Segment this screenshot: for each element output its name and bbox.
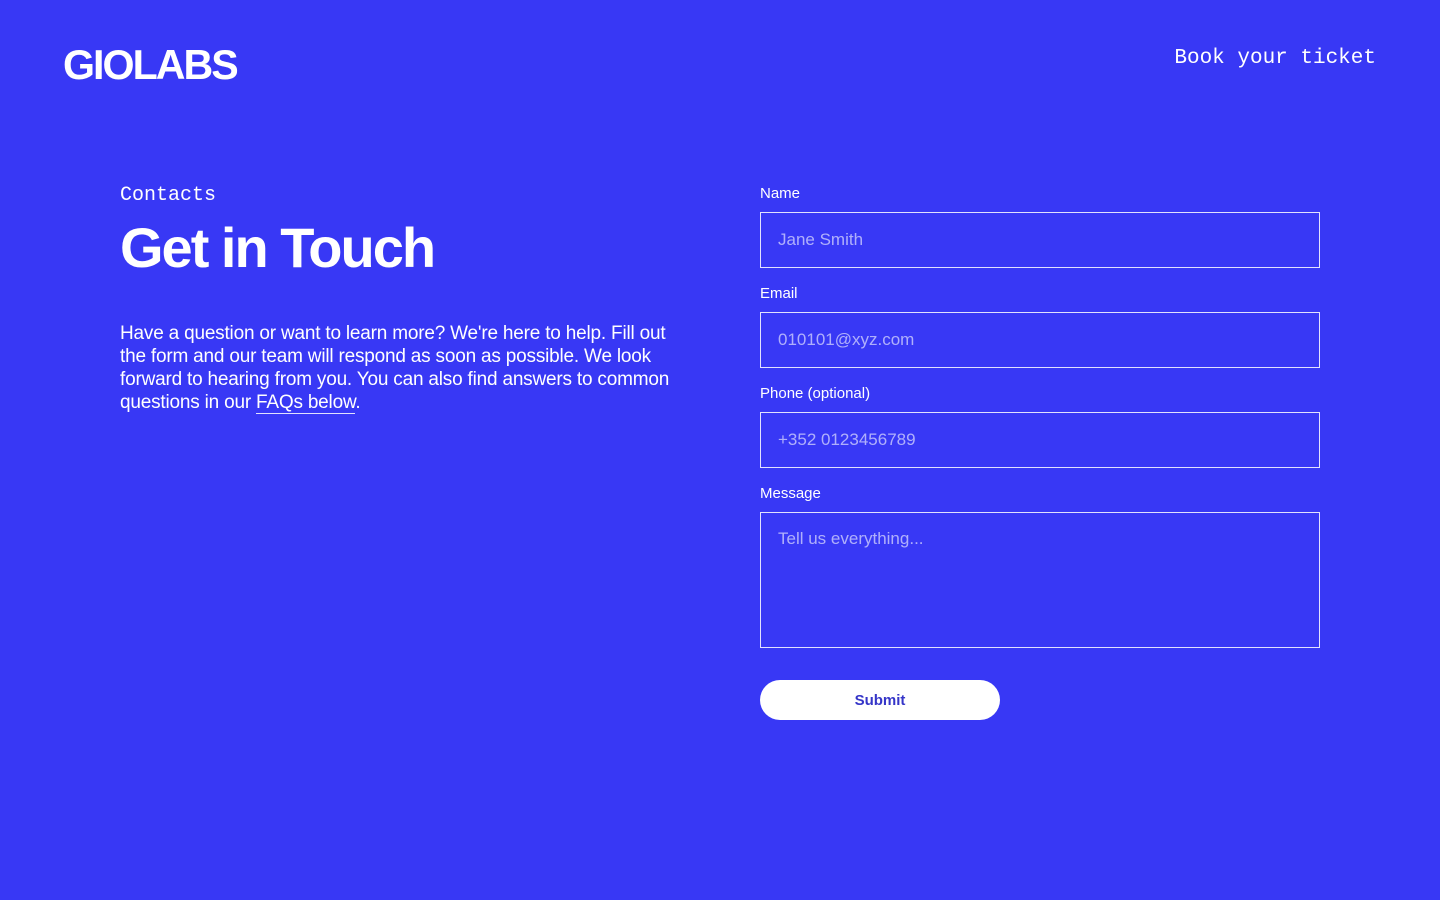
submit-button[interactable]: Submit (760, 680, 1000, 720)
message-label: Message (760, 485, 821, 502)
message-textarea[interactable] (760, 512, 1320, 648)
email-input[interactable] (760, 312, 1320, 368)
page-title: Get in Touch (120, 216, 436, 279)
phone-input[interactable] (760, 412, 1320, 468)
contact-form: Name Email Phone (optional) Message Subm… (760, 184, 1320, 720)
book-ticket-link[interactable]: Book your ticket (1174, 46, 1376, 72)
intro-text-end: . (355, 392, 361, 413)
intro-text: Have a question or want to learn more? W… (120, 323, 670, 413)
faq-link[interactable]: FAQs below (256, 392, 356, 414)
name-label: Name (760, 185, 801, 202)
giolabs-logo[interactable]: GIOLABS (63, 42, 239, 88)
message-field-group: Message (760, 484, 1320, 648)
intro-paragraph: Have a question or want to learn more? W… (120, 322, 680, 414)
site-header: GIOLABS Book your ticket (0, 0, 1440, 130)
name-input[interactable] (760, 212, 1320, 268)
section-eyebrow: Contacts (120, 184, 217, 207)
name-field-group: Name (760, 184, 1320, 268)
phone-label: Phone (optional) (760, 385, 871, 402)
phone-field-group: Phone (optional) (760, 384, 1320, 468)
email-field-group: Email (760, 284, 1320, 368)
email-label: Email (760, 285, 798, 302)
contact-intro: Contacts Get in Touch Have a question or… (120, 182, 680, 414)
